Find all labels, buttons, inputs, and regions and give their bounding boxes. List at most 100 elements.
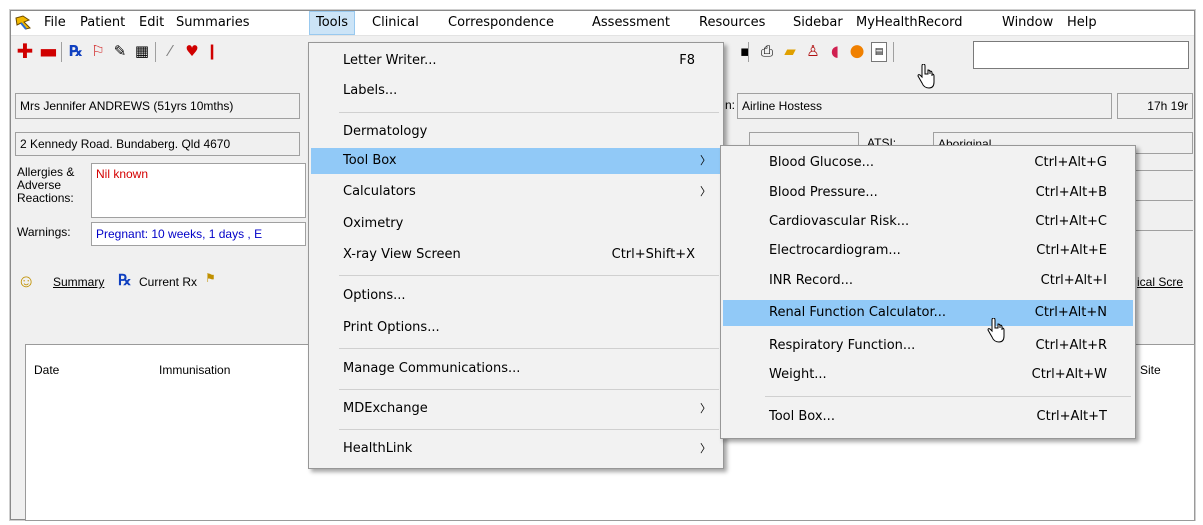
open-folder-icon[interactable]: ▰ — [781, 42, 799, 60]
menu-item-weight[interactable]: Weight... Ctrl+Alt+W — [723, 362, 1133, 388]
menu-item-print-options[interactable]: Print Options... — [311, 315, 721, 341]
menu-item-labels[interactable]: Labels... — [311, 78, 721, 104]
menu-item-oximetry[interactable]: Oximetry — [311, 211, 721, 237]
menu-item-label: Letter Writer... — [343, 53, 437, 68]
menu-item-tool-box[interactable]: Tool Box 〉 — [311, 148, 721, 174]
running-figure-icon[interactable]: ⚐ — [89, 42, 107, 60]
menu-item-label: Calculators — [343, 184, 416, 199]
thermometer-icon[interactable]: ❙ — [203, 42, 221, 60]
menu-separator — [339, 275, 719, 276]
tab-summary[interactable]: Summary — [53, 275, 104, 289]
occupation-field: Airline Hostess — [737, 93, 1112, 119]
toolbar-separator — [893, 42, 894, 62]
menu-item-letter-writer[interactable]: Letter Writer... F8 — [311, 48, 721, 74]
submenu-arrow-icon: 〉 — [700, 185, 711, 198]
menu-item-shortcut: Ctrl+Alt+T — [1036, 409, 1107, 424]
print-icon[interactable]: ⎙ — [758, 42, 776, 60]
occupation-label: n: — [725, 98, 736, 112]
menu-correspondence[interactable]: Correspondence — [442, 11, 560, 35]
hand-cursor-icon — [917, 64, 935, 89]
prescription-icon[interactable]: ℞ — [118, 271, 131, 289]
menu-item-manage-communications[interactable]: Manage Communications... — [311, 356, 721, 382]
app-logo-icon[interactable]: ⚑ — [205, 271, 216, 285]
menu-summaries[interactable]: Summaries — [170, 11, 256, 35]
menu-item-dermatology[interactable]: Dermatology — [311, 119, 721, 145]
menu-item-renal-function-calculator[interactable]: Renal Function Calculator... Ctrl+Alt+N — [723, 300, 1133, 326]
submenu-arrow-icon: 〉 — [700, 402, 711, 415]
menu-file[interactable]: File — [38, 11, 72, 35]
menu-item-shortcut: Ctrl+Alt+I — [1040, 273, 1107, 288]
clipboard-icon[interactable]: ▤ — [871, 42, 887, 62]
menu-item-label: HealthLink — [343, 441, 413, 456]
menu-item-shortcut: Ctrl+Alt+R — [1035, 338, 1107, 353]
menu-item-blood-glucose[interactable]: Blood Glucose... Ctrl+Alt+G — [723, 150, 1133, 176]
menu-help[interactable]: Help — [1061, 11, 1103, 35]
menu-item-respiratory-function[interactable]: Respiratory Function... Ctrl+Alt+R — [723, 333, 1133, 359]
document-edit-icon[interactable]: ✎ — [111, 42, 129, 60]
smiley-icon[interactable]: ☺ — [17, 271, 35, 292]
menu-item-label: Oximetry — [343, 216, 404, 231]
menu-item-shortcut: Ctrl+Alt+E — [1036, 243, 1107, 258]
menu-separator — [339, 389, 719, 390]
menu-separator — [339, 429, 719, 430]
hidden-tool-icon[interactable]: ▪ — [736, 42, 754, 60]
add-icon[interactable]: ✚ — [16, 41, 34, 61]
menu-item-healthlink[interactable]: HealthLink 〉 — [311, 436, 721, 462]
book-icon[interactable]: ▦ — [133, 42, 151, 60]
prescription-icon[interactable]: ℞ — [67, 42, 85, 60]
menu-edit[interactable]: Edit — [133, 11, 170, 35]
menu-assessment[interactable]: Assessment — [586, 11, 676, 35]
menu-item-blood-pressure[interactable]: Blood Pressure... Ctrl+Alt+B — [723, 180, 1133, 206]
remove-icon[interactable]: ▬ — [39, 41, 58, 61]
menu-item-inr-record[interactable]: INR Record... Ctrl+Alt+I — [723, 268, 1133, 294]
menu-clinical[interactable]: Clinical — [366, 11, 425, 35]
menu-item-label: Print Options... — [343, 320, 440, 335]
allergies-field[interactable]: Nil known — [91, 163, 306, 218]
menu-item-tool-box-dialog[interactable]: Tool Box... Ctrl+Alt+T — [723, 404, 1133, 430]
column-header-date[interactable]: Date — [34, 363, 59, 377]
menu-tools[interactable]: Tools — [309, 11, 356, 35]
menu-window[interactable]: Window — [996, 11, 1059, 35]
column-header-immunisation[interactable]: Immunisation — [159, 363, 230, 377]
menu-item-calculators[interactable]: Calculators 〉 — [311, 179, 721, 205]
menu-separator — [765, 396, 1131, 397]
orange-circle-icon[interactable]: ● — [848, 42, 866, 60]
column-header-site[interactable]: Site — [1140, 363, 1161, 377]
menu-item-options[interactable]: Options... — [311, 283, 721, 309]
hand-cursor-icon — [987, 318, 1005, 343]
menu-item-shortcut: F8 — [679, 53, 695, 68]
menu-item-shortcut: Ctrl+Alt+N — [1034, 305, 1107, 320]
toolbar-separator — [748, 42, 749, 62]
warnings-label: Warnings: — [17, 225, 71, 239]
menu-separator — [339, 348, 719, 349]
person-icon[interactable]: ♙ — [804, 42, 822, 60]
menu-item-label: INR Record... — [769, 273, 854, 288]
menu-item-label: Tool Box — [343, 153, 397, 168]
menu-item-label: Respiratory Function... — [769, 338, 916, 353]
menu-item-label: Labels... — [343, 83, 398, 98]
tab-clinical-screen[interactable]: ical Scre — [1137, 275, 1183, 289]
toolbar-separator — [61, 42, 62, 62]
health-record-icon[interactable]: ◖ — [826, 42, 844, 60]
heart-icon[interactable]: ♥ — [183, 42, 201, 60]
menu-resources[interactable]: Resources — [693, 11, 771, 35]
menu-myhealthrecord[interactable]: MyHealthRecord — [850, 11, 969, 35]
menu-patient[interactable]: Patient — [74, 11, 131, 35]
submenu-arrow-icon: 〉 — [700, 442, 711, 455]
warnings-field[interactable]: Pregnant: 10 weeks, 1 days , E — [91, 222, 306, 246]
menu-item-shortcut: Ctrl+Alt+G — [1034, 155, 1107, 170]
toolbar-search-input[interactable] — [973, 41, 1189, 69]
menu-item-electrocardiogram[interactable]: Electrocardiogram... Ctrl+Alt+E — [723, 238, 1133, 264]
syringe-icon[interactable]: ⁄ — [161, 42, 179, 60]
tab-current-rx[interactable]: Current Rx — [139, 275, 197, 289]
menu-sidebar[interactable]: Sidebar — [787, 11, 849, 35]
menu-item-label: Tool Box... — [769, 409, 835, 424]
menu-item-shortcut: Ctrl+Alt+B — [1035, 185, 1107, 200]
menu-item-label: Renal Function Calculator... — [769, 305, 947, 320]
app-logo-icon[interactable] — [14, 14, 32, 32]
menu-item-shortcut: Ctrl+Shift+X — [611, 247, 695, 262]
menu-item-mdexchange[interactable]: MDExchange 〉 — [311, 396, 721, 422]
patient-name: Mrs Jennifer ANDREWS (51yrs 10mths) — [15, 93, 300, 119]
menu-item-xray-view-screen[interactable]: X-ray View Screen Ctrl+Shift+X — [311, 242, 721, 268]
menu-item-cardiovascular-risk[interactable]: Cardiovascular Risk... Ctrl+Alt+C — [723, 209, 1133, 235]
